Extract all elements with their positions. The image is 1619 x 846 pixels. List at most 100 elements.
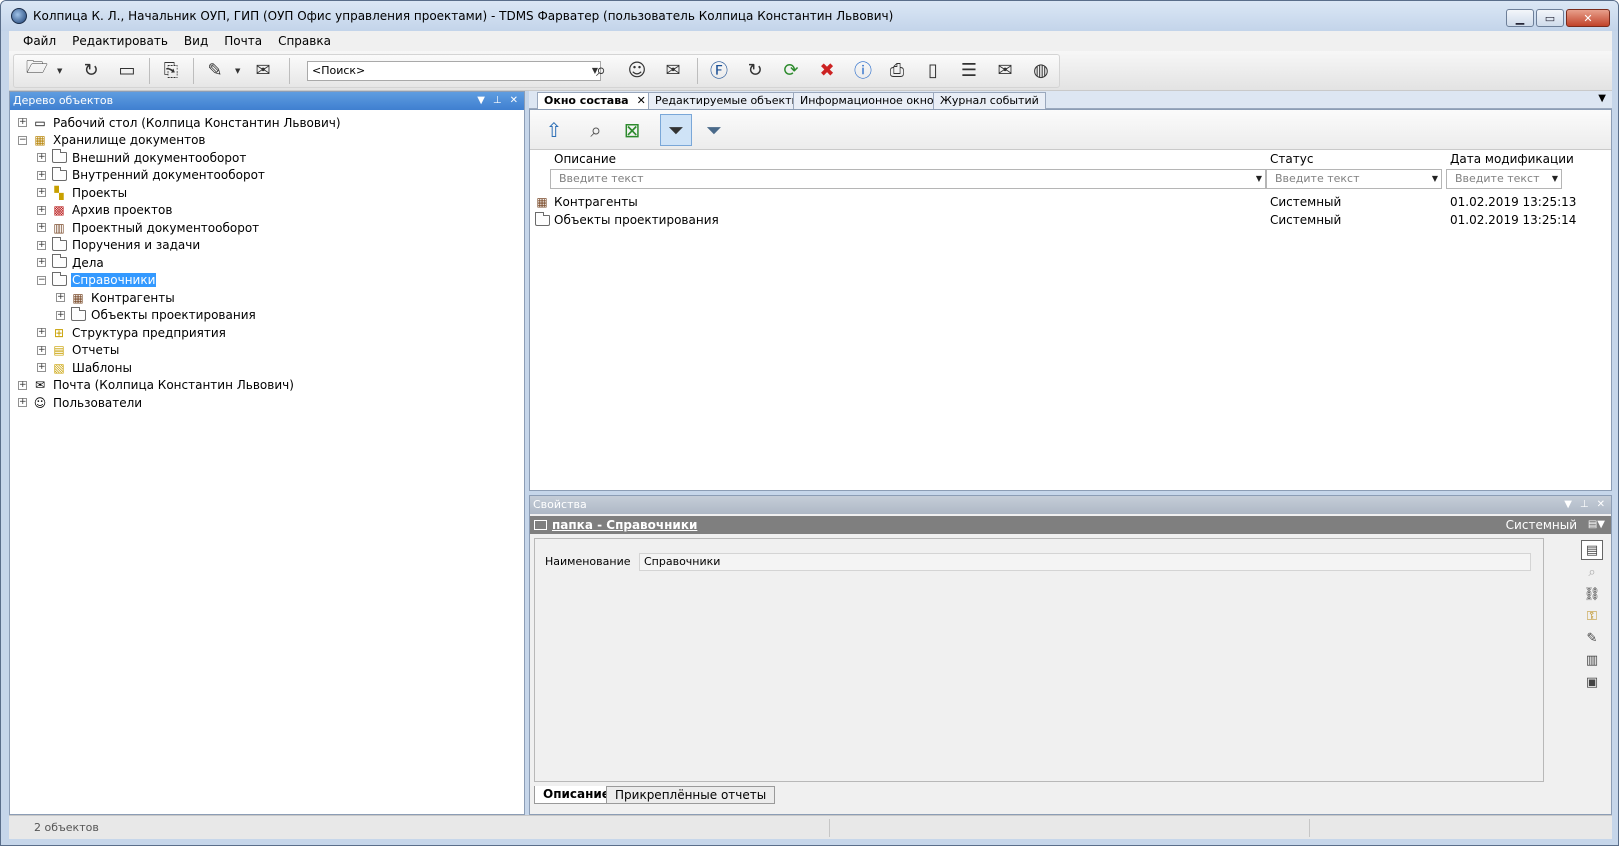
tree-item[interactable]: + ✉ Почта (Колпица Константин Львович) xyxy=(18,377,295,394)
message-icon[interactable]: ☰ xyxy=(955,56,983,84)
expand-icon[interactable]: + xyxy=(37,258,46,267)
tree-item[interactable]: + ▩ Архив проектов xyxy=(37,202,173,219)
refresh-icon[interactable]: ↻ xyxy=(741,56,769,84)
tabs-dropdown-icon[interactable]: ▼ xyxy=(1598,93,1606,104)
refresh-icon[interactable]: ↻ xyxy=(77,56,105,84)
object-title-link[interactable]: папка - Справочники xyxy=(552,516,697,534)
filter-settings-icon[interactable]: ⏷ xyxy=(698,114,730,146)
menu-mail[interactable]: Почта xyxy=(216,34,270,48)
tree-item[interactable]: + Поручения и задачи xyxy=(37,236,201,254)
tree-item[interactable]: + Внешний документооборот xyxy=(37,149,247,166)
minimize-button[interactable]: ▁ xyxy=(1506,9,1534,27)
filter-icon[interactable]: ⏷ xyxy=(660,114,692,146)
tree-item[interactable]: + ▭ Рабочий стол (Колпица Константин Львов… xyxy=(18,114,342,131)
expand-icon[interactable]: + xyxy=(18,398,27,407)
search-icon[interactable]: ⌕ xyxy=(587,56,615,84)
tree-item[interactable]: + Объекты проектирования xyxy=(56,306,257,324)
tree-item[interactable]: + ▚ Проекты xyxy=(37,184,128,201)
link-icon[interactable]: ⛓ xyxy=(1581,584,1603,604)
column-description[interactable]: Описание xyxy=(554,152,616,166)
info-icon[interactable]: ⓘ xyxy=(849,56,877,84)
excel-export-icon[interactable]: ⊠ xyxy=(616,114,648,146)
table-row[interactable]: Объекты проектирования Системный 01.02.2… xyxy=(530,211,1611,230)
mail-icon[interactable]: ✉ xyxy=(249,56,277,84)
description-filter-input[interactable]: Введите текст ▼ xyxy=(550,169,1266,189)
user-search-icon[interactable]: ☺ xyxy=(623,56,651,84)
key-icon[interactable]: ⚿ xyxy=(1581,606,1603,626)
properties-view-icon[interactable]: ▤ xyxy=(1581,540,1603,560)
panel-dropdown-icon[interactable]: ▼ xyxy=(477,92,485,110)
tree-item[interactable]: + Дела xyxy=(37,254,105,271)
object-menu-icon[interactable]: ▤▼ xyxy=(1588,516,1605,534)
image-search-icon[interactable]: ▣ xyxy=(1581,672,1603,692)
expand-icon[interactable]: + xyxy=(37,153,46,162)
tree-item[interactable]: + Внутренний документооборот xyxy=(37,166,266,184)
tab-attached-reports[interactable]: Прикреплённые отчеты xyxy=(606,786,776,804)
tree-item[interactable]: − Справочники xyxy=(37,271,157,289)
new-object-dropdown-icon[interactable]: ▼ xyxy=(57,67,62,75)
expand-icon[interactable]: + xyxy=(18,380,27,390)
mail-dropdown-icon[interactable]: ▼ xyxy=(235,67,240,75)
search-combo[interactable]: <Поиск> ▼ xyxy=(307,61,601,81)
tab-info-window[interactable]: Информационное окно xyxy=(793,92,941,109)
panel-close-icon[interactable]: ✕ xyxy=(510,92,518,110)
column-status[interactable]: Статус xyxy=(1270,152,1313,166)
filter-dropdown-icon[interactable]: ▼ xyxy=(1432,170,1438,188)
copy-icon[interactable]: ⎘ xyxy=(157,56,185,84)
document-icon[interactable]: ▯ xyxy=(919,56,947,84)
expand-icon[interactable]: + xyxy=(37,240,46,250)
date-filter-input[interactable]: Введите текст ▼ xyxy=(1446,169,1562,189)
filter-dropdown-icon[interactable]: ▼ xyxy=(1256,170,1262,188)
tab-composition[interactable]: Окно состава ✕ xyxy=(537,92,653,110)
expand-icon[interactable]: + xyxy=(37,363,46,372)
tree-item[interactable]: + ▥ Проектный документооборот xyxy=(37,219,260,236)
tree-item[interactable]: + ▤ Отчеты xyxy=(37,342,120,359)
column-date[interactable]: Дата модификации xyxy=(1450,152,1574,166)
maximize-button[interactable]: ▭ xyxy=(1536,9,1564,27)
window-icon[interactable]: ▭ xyxy=(113,56,141,84)
zoom-icon[interactable]: ⌕ xyxy=(1581,562,1603,582)
cancel-icon[interactable]: ✖ xyxy=(813,56,841,84)
menu-help[interactable]: Справка xyxy=(270,34,339,48)
expand-icon[interactable]: + xyxy=(37,345,46,355)
tree-item[interactable]: + ▧ Шаблоны xyxy=(37,359,133,376)
pin-icon[interactable]: ⊥ xyxy=(493,92,502,110)
mail-search-icon[interactable]: ✉ xyxy=(659,56,687,84)
expand-icon[interactable]: + xyxy=(37,188,46,197)
new-object-icon[interactable]: 🗁 xyxy=(23,56,51,84)
envelope-icon[interactable]: ✉ xyxy=(991,56,1019,84)
edit-icon[interactable]: ✎ xyxy=(1581,628,1603,648)
field-value-name[interactable]: Справочники xyxy=(639,553,1531,571)
tab-edited-objects[interactable]: Редактируемые объекты xyxy=(648,92,808,109)
tree-item[interactable]: + ☺ Пользователи xyxy=(18,394,143,411)
collapse-icon[interactable]: − xyxy=(18,135,27,145)
expand-icon[interactable]: + xyxy=(37,205,46,215)
expand-icon[interactable]: + xyxy=(56,310,65,320)
up-arrow-icon[interactable]: ⇧ xyxy=(538,114,570,146)
expand-icon[interactable]: + xyxy=(37,170,46,180)
tree-search-icon[interactable]: ⌕ xyxy=(580,114,612,146)
expand-icon[interactable]: + xyxy=(37,328,46,337)
globe-icon[interactable]: ◍ xyxy=(1027,56,1055,84)
close-button[interactable]: ✕ xyxy=(1566,9,1610,27)
book-icon[interactable]: ▥ xyxy=(1581,650,1603,670)
tree-item[interactable]: + ⊞ Структура предприятия xyxy=(37,324,227,341)
tree-item[interactable]: − ▦ Хранилище документов xyxy=(18,132,206,149)
sync-icon[interactable]: ⟳ xyxy=(777,56,805,84)
collapse-icon[interactable]: − xyxy=(37,275,46,285)
pin-icon[interactable]: ⊥ xyxy=(1580,496,1589,514)
menu-view[interactable]: Вид xyxy=(176,34,216,48)
table-row[interactable]: ▦ Контрагенты Системный 01.02.2019 13:25:… xyxy=(530,194,1611,212)
tab-event-log[interactable]: Журнал событий xyxy=(933,92,1046,109)
help-icon[interactable]: Ⓕ xyxy=(705,56,733,84)
tab-close-icon[interactable]: ✕ xyxy=(637,94,646,107)
panel-dropdown-icon[interactable]: ▼ xyxy=(1564,496,1572,514)
status-filter-input[interactable]: Введите текст ▼ xyxy=(1266,169,1442,189)
expand-icon[interactable]: + xyxy=(56,293,65,302)
tree-item[interactable]: + ▦ Контрагенты xyxy=(56,289,176,306)
expand-icon[interactable]: + xyxy=(18,118,27,127)
expand-icon[interactable]: + xyxy=(37,223,46,232)
filter-dropdown-icon[interactable]: ▼ xyxy=(1552,170,1558,188)
menu-file[interactable]: Файл xyxy=(15,34,64,48)
panel-close-icon[interactable]: ✕ xyxy=(1597,496,1605,514)
